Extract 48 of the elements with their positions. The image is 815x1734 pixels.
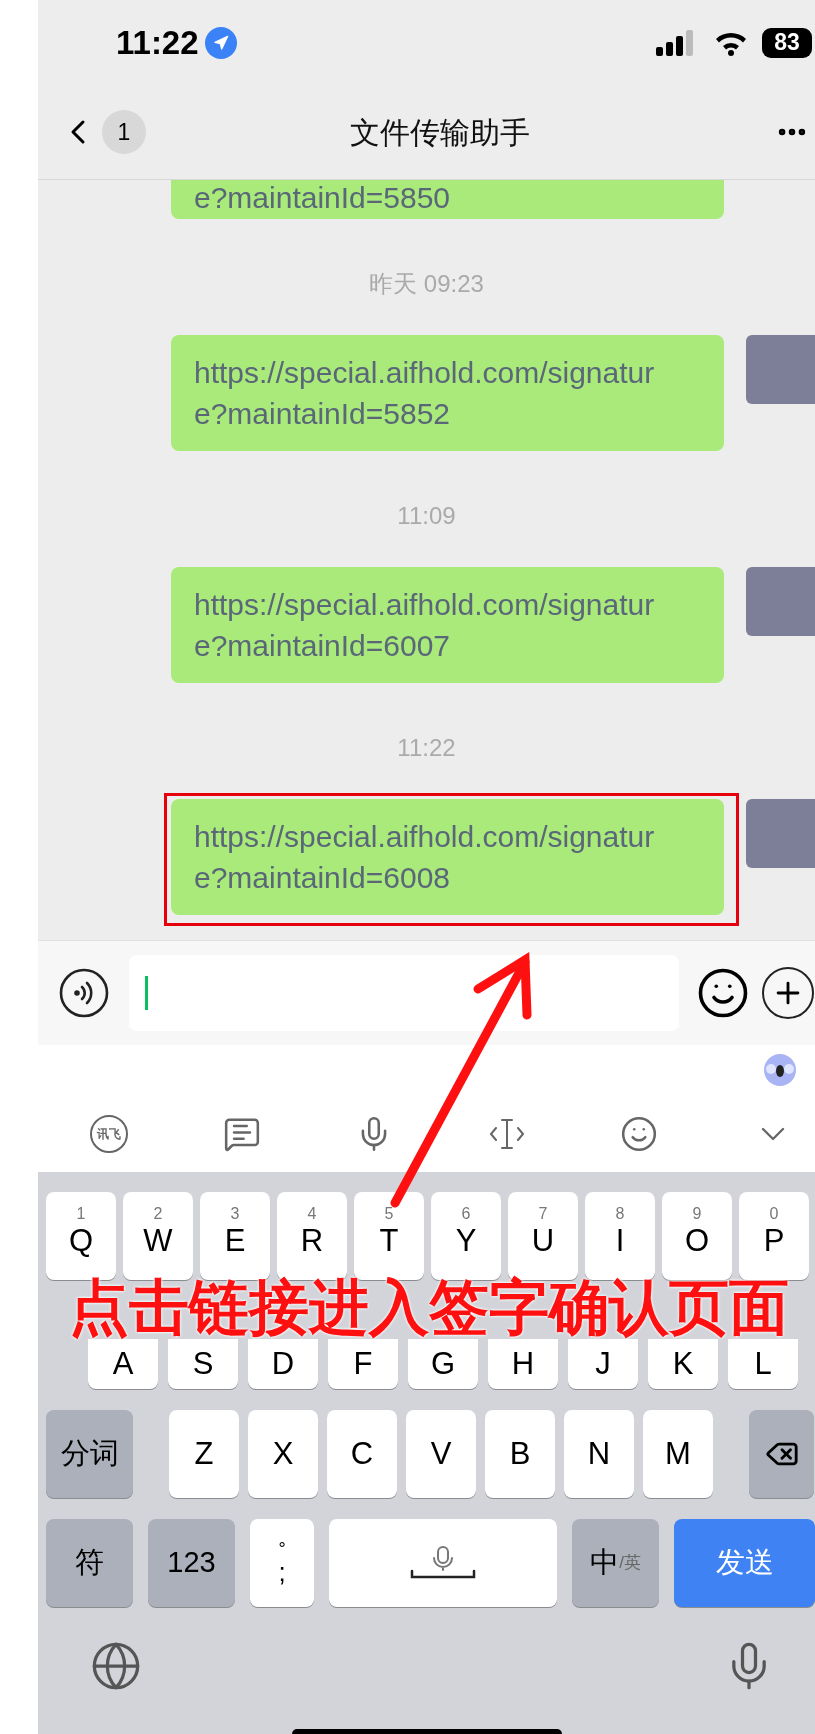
microphone-space-icon (410, 1545, 476, 1581)
key[interactable]: J (568, 1339, 638, 1389)
key[interactable]: F (328, 1339, 398, 1389)
mascot-icon[interactable] (763, 1053, 797, 1087)
input-logo-icon[interactable]: 讯飞 (90, 1114, 128, 1153)
key[interactable]: L (728, 1339, 798, 1389)
key[interactable]: 6 Y (431, 1192, 501, 1280)
language-key[interactable]: 中/英 (572, 1519, 659, 1607)
battery-indicator: 83 (762, 27, 812, 58)
key[interactable]: K (648, 1339, 718, 1389)
message-bubble[interactable]: https://special.aifhold.com/signature?maintainId=6008 (171, 799, 724, 915)
message-bubble[interactable]: e?maintainId=5850 (171, 180, 724, 219)
voice-icon[interactable] (58, 967, 110, 1019)
key[interactable]: 0 P (739, 1192, 809, 1280)
emoji-icon[interactable] (696, 966, 750, 1020)
key[interactable]: M (643, 1410, 713, 1498)
send-button[interactable]: 发送 (674, 1519, 815, 1607)
key[interactable]: N (564, 1410, 634, 1498)
key[interactable]: 9 O (662, 1192, 732, 1280)
key[interactable]: Z (169, 1410, 239, 1498)
key[interactable]: X (248, 1410, 318, 1498)
key[interactable]: 符 (46, 1519, 133, 1607)
key[interactable]: ° ; (250, 1519, 314, 1607)
key[interactable]: D (248, 1339, 318, 1389)
status-time: 11:22 (116, 26, 199, 59)
add-icon[interactable] (762, 967, 814, 1019)
backspace-key[interactable] (749, 1410, 814, 1498)
key[interactable]: A (88, 1339, 158, 1389)
message-bubble[interactable]: https://special.aifhold.com/signature?maintainId=6007 (171, 567, 724, 683)
unread-count-badge: 1 (102, 110, 146, 154)
key[interactable]: G (408, 1339, 478, 1389)
key[interactable]: 分词 (46, 1410, 133, 1498)
chat-title: 文件传输助手 (349, 114, 531, 151)
message-bubble[interactable]: https://special.aifhold.com/signature?maintainId=5852 (171, 335, 724, 451)
signal-icon (656, 29, 696, 56)
globe-icon[interactable] (90, 1640, 142, 1692)
key[interactable]: V (406, 1410, 476, 1498)
key[interactable]: B (485, 1410, 555, 1498)
location-icon (204, 26, 237, 59)
key[interactable]: C (327, 1410, 397, 1498)
timestamp: 11:09 (397, 504, 456, 528)
timestamp: 11:22 (397, 736, 456, 760)
message-input-field[interactable] (129, 955, 679, 1031)
key[interactable]: 123 (148, 1519, 235, 1607)
timestamp: 昨天 09:23 (369, 272, 484, 296)
key[interactable]: H (488, 1339, 558, 1389)
key[interactable]: S (168, 1339, 238, 1389)
key[interactable]: 3 E (200, 1192, 270, 1280)
